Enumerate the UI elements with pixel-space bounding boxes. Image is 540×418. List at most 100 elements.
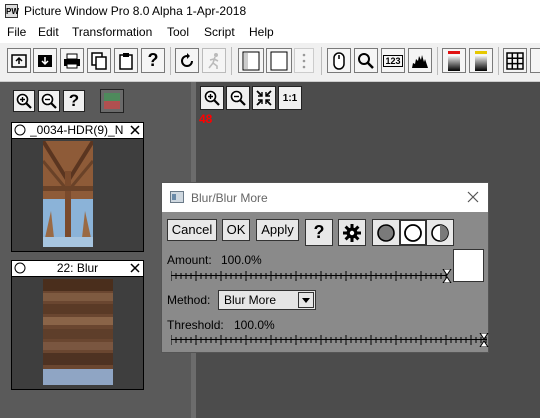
- single-pane-button[interactable]: [238, 48, 264, 73]
- grid-icon: [506, 51, 524, 70]
- mode-half-button[interactable]: [426, 219, 454, 246]
- paste-button[interactable]: [114, 48, 138, 73]
- zoom-percent: 48: [199, 112, 213, 126]
- panel-help-button[interactable]: ?: [63, 90, 85, 112]
- settings-button[interactable]: [338, 219, 366, 246]
- more-toolbar-button[interactable]: [530, 48, 540, 73]
- threshold-slider-thumb[interactable]: [479, 333, 489, 347]
- copy-button[interactable]: [87, 48, 111, 73]
- viewer-zoom-in-button[interactable]: [200, 86, 224, 110]
- threshold-value: 100.0%: [234, 318, 275, 332]
- thumbnail-header: _0034-HDR(9)_N: [12, 123, 143, 139]
- mouse-button[interactable]: [327, 48, 351, 73]
- menu-transformation[interactable]: Transformation: [72, 25, 152, 39]
- help-button[interactable]: ?: [141, 48, 165, 73]
- menu-help[interactable]: Help: [249, 25, 274, 39]
- dialog-title-bar: Blur/Blur More: [162, 183, 488, 212]
- chevron-down-icon[interactable]: [298, 292, 314, 308]
- zoom-tool-button[interactable]: [354, 48, 378, 73]
- question-icon: ?: [147, 50, 159, 70]
- menu-file[interactable]: File: [7, 25, 26, 39]
- red-channel-button[interactable]: [442, 48, 466, 73]
- fit-window-button[interactable]: [252, 86, 276, 110]
- panel-zoom-out-button[interactable]: [38, 90, 60, 112]
- grid-button[interactable]: [503, 48, 527, 73]
- thumbnail-card[interactable]: 22: Blur: [11, 260, 144, 390]
- color-preview[interactable]: [453, 249, 484, 282]
- close-icon[interactable]: [129, 124, 141, 136]
- red-gradient-icon: [448, 50, 460, 71]
- threshold-label: Threshold:: [167, 318, 224, 332]
- mode-empty-button[interactable]: [399, 219, 427, 246]
- title-bar: PW Picture Window Pro 8.0 Alpha 1-Apr-20…: [0, 0, 540, 23]
- dots-button[interactable]: [294, 48, 314, 73]
- question-icon: ?: [313, 222, 325, 242]
- zoom-in-icon: [16, 93, 32, 109]
- panel-color-button[interactable]: [100, 89, 124, 113]
- amount-slider[interactable]: [171, 269, 452, 283]
- filled-circle-icon: [377, 223, 395, 242]
- toolbar-separator: [321, 47, 322, 75]
- full-pane-button[interactable]: [266, 48, 292, 73]
- toolbar-separator: [437, 47, 438, 75]
- pane-left-icon: [242, 51, 260, 70]
- thumbnail-header: 22: Blur: [12, 261, 143, 277]
- close-icon[interactable]: [467, 191, 479, 203]
- open-file-button[interactable]: [7, 48, 31, 73]
- ok-button[interactable]: OK: [222, 219, 250, 241]
- save-icon: [38, 54, 52, 67]
- blur-dialog: Blur/Blur More Cancel OK Apply ? Amount:…: [161, 182, 489, 353]
- close-icon[interactable]: [129, 262, 141, 274]
- radio-icon[interactable]: [14, 124, 26, 136]
- panel-zoom-in-button[interactable]: [13, 90, 35, 112]
- menu-bar: File Edit Transformation Tool Script Hel…: [0, 23, 540, 43]
- toolbar-separator: [231, 47, 232, 75]
- thumbnail-card[interactable]: _0034-HDR(9)_N: [11, 122, 144, 252]
- zoom-out-icon: [230, 90, 246, 106]
- menu-script[interactable]: Script: [204, 25, 235, 39]
- apply-button[interactable]: Apply: [256, 219, 299, 241]
- empty-circle-icon: [404, 223, 422, 242]
- print-button[interactable]: [60, 48, 84, 73]
- values-button[interactable]: 123: [381, 48, 405, 73]
- fit-arrows-icon: [256, 90, 272, 106]
- main-toolbar: ? 123: [0, 43, 540, 82]
- run-script-button[interactable]: [202, 48, 226, 73]
- dialog-help-button[interactable]: ?: [305, 219, 333, 246]
- half-circle-icon: [431, 223, 449, 242]
- magnifier-icon: [358, 52, 374, 69]
- running-man-icon: [208, 52, 219, 69]
- histogram-icon: [412, 54, 428, 68]
- amount-slider-ticks: [171, 271, 447, 281]
- amount-value: 100.0%: [221, 253, 262, 267]
- threshold-slider-ticks: [171, 335, 487, 345]
- thumbnail-image: [43, 141, 93, 247]
- histogram-button[interactable]: [408, 48, 432, 73]
- mouse-icon: [333, 51, 345, 70]
- refresh-button[interactable]: [175, 48, 199, 73]
- cancel-button[interactable]: Cancel: [167, 219, 217, 241]
- actual-size-button[interactable]: 1:1: [278, 86, 302, 110]
- color-swatch-icon: [104, 93, 120, 109]
- thumbnail-title: _0034-HDR(9)_N: [30, 123, 124, 137]
- copy-icon: [91, 51, 107, 70]
- window-title: Picture Window Pro 8.0 Alpha 1-Apr-2018: [24, 4, 247, 18]
- menu-edit[interactable]: Edit: [38, 25, 59, 39]
- counter-icon: 123: [383, 54, 403, 67]
- toolbar-separator: [498, 47, 499, 75]
- dialog-icon: [170, 191, 184, 203]
- method-select[interactable]: Blur More: [218, 290, 316, 310]
- zoom-out-icon: [41, 93, 57, 109]
- mode-filled-button[interactable]: [372, 219, 400, 246]
- question-icon: ?: [68, 91, 80, 110]
- thumbnail-title: 22: Blur: [56, 261, 99, 275]
- amount-slider-thumb[interactable]: [442, 269, 452, 283]
- save-file-button[interactable]: [33, 48, 57, 73]
- threshold-slider[interactable]: [171, 333, 489, 347]
- yellow-gradient-icon: [475, 50, 487, 71]
- gear-icon: [343, 223, 361, 242]
- viewer-zoom-out-button[interactable]: [226, 86, 250, 110]
- method-label: Method:: [167, 293, 211, 307]
- yellow-channel-button[interactable]: [469, 48, 493, 73]
- menu-tool[interactable]: Tool: [167, 25, 189, 39]
